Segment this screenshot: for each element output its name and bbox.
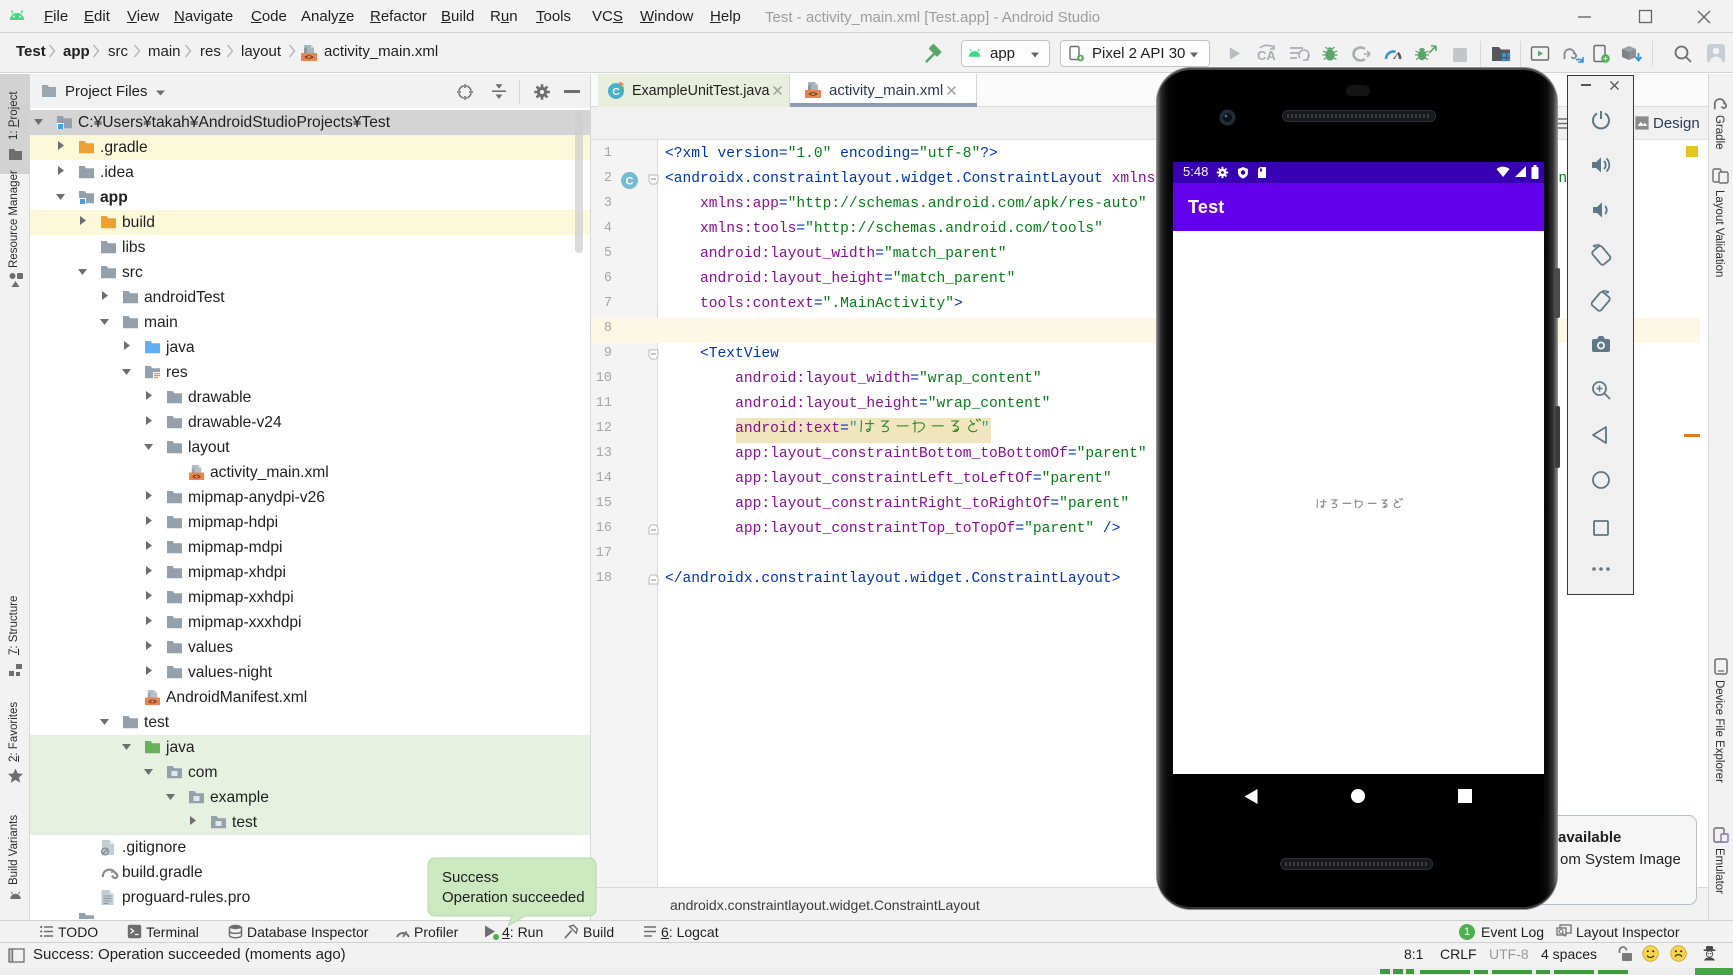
- svg-text:<>: <>: [305, 53, 314, 62]
- svg-text:<>: <>: [809, 90, 818, 99]
- svg-text:<>: <>: [192, 473, 200, 481]
- svg-text:<>: <>: [148, 698, 156, 706]
- svg-text:CA: CA: [1257, 48, 1276, 63]
- svg-text:C: C: [626, 176, 634, 188]
- svg-text:C: C: [612, 86, 620, 98]
